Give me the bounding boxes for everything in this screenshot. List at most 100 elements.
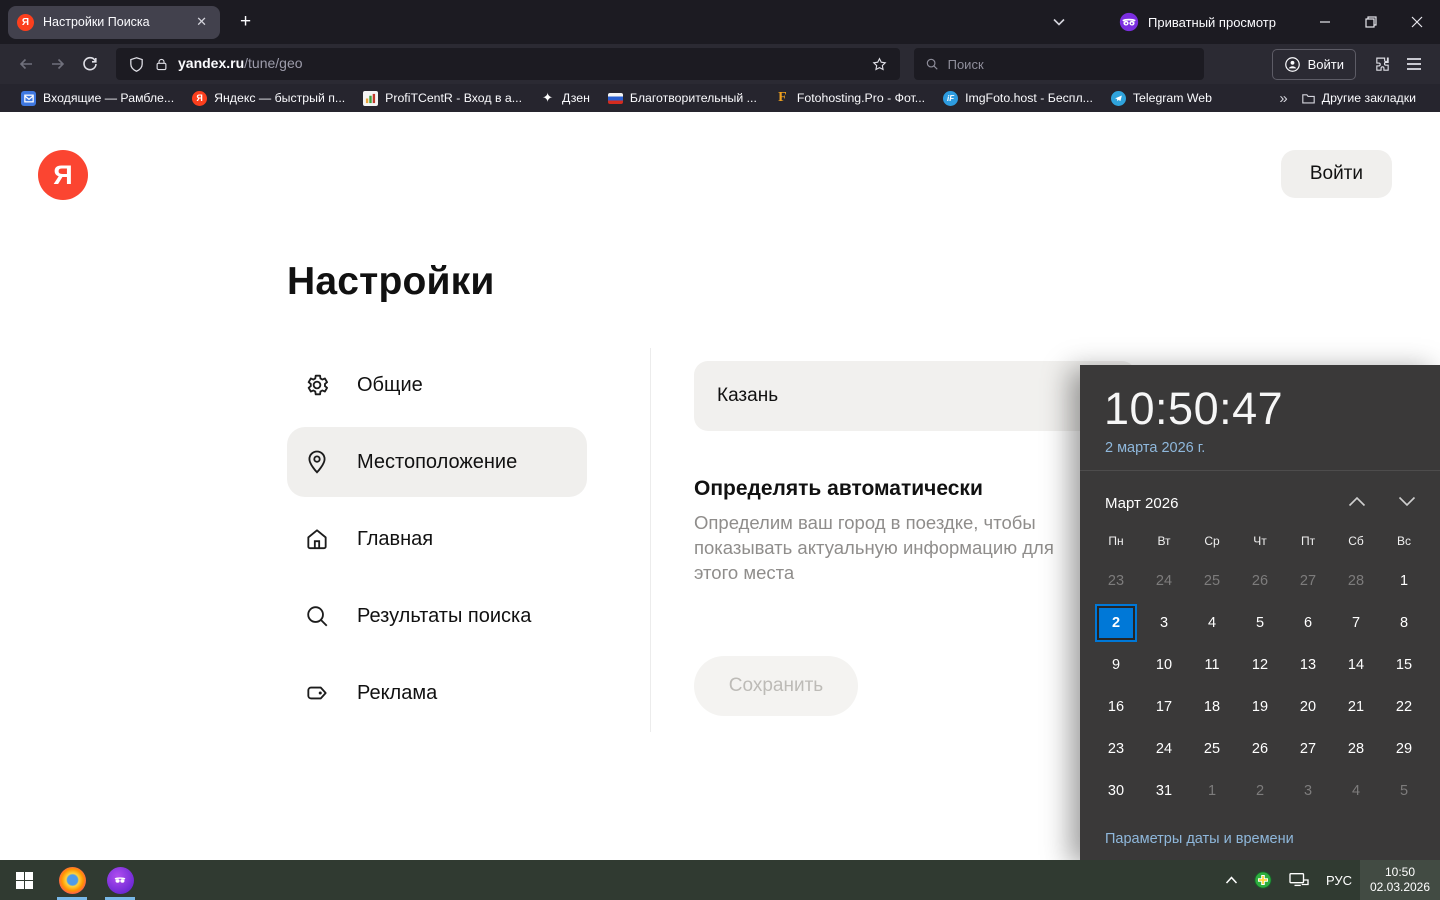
flyout-date-link[interactable]: 2 марта 2026 г. (1105, 440, 1205, 456)
calendar-day[interactable]: 26 (1236, 560, 1284, 602)
tray-language-indicator[interactable]: РУС (1318, 860, 1360, 900)
window-close-button[interactable] (1394, 0, 1440, 44)
tray-hidden-icons-chevron[interactable] (1217, 860, 1246, 900)
start-button[interactable] (0, 860, 48, 900)
url-bar[interactable]: yandex.ru/tune/geo (116, 48, 900, 80)
calendar-day[interactable]: 1 (1188, 770, 1236, 812)
calendar-day[interactable]: 14 (1332, 644, 1380, 686)
bookmark-item[interactable]: ✦Дзен (531, 89, 599, 108)
calendar-day[interactable]: 21 (1332, 686, 1380, 728)
page-login-button[interactable]: Войти (1281, 150, 1392, 198)
tracking-shield-icon[interactable] (128, 56, 145, 73)
calendar-day[interactable]: 5 (1236, 602, 1284, 644)
calendar-day[interactable]: 4 (1332, 770, 1380, 812)
calendar-day[interactable]: 25 (1188, 728, 1236, 770)
sidebar-item-location[interactable]: Местоположение (287, 427, 587, 497)
date-time-settings-link[interactable]: Параметры даты и времени (1105, 831, 1294, 847)
calendar-day[interactable]: 28 (1332, 728, 1380, 770)
window-restore-button[interactable] (1348, 0, 1394, 44)
search-input[interactable]: Поиск (914, 48, 1204, 80)
bookmark-label: Fotohosting.Pro - Фот... (797, 91, 925, 105)
calendar-day-selected[interactable]: 2 (1095, 604, 1137, 642)
bookmark-item[interactable]: FFotohosting.Pro - Фот... (766, 89, 934, 108)
calendar-day[interactable]: 12 (1236, 644, 1284, 686)
calendar-day[interactable]: 25 (1188, 560, 1236, 602)
calendar-day[interactable]: 22 (1380, 686, 1428, 728)
calendar-day[interactable]: 27 (1284, 560, 1332, 602)
calendar-day[interactable]: 5 (1380, 770, 1428, 812)
calendar-prev-month-chevron-icon[interactable] (1348, 494, 1366, 512)
sidebar-item-ads[interactable]: Реклама (287, 658, 587, 728)
bookmarks-overflow-chevron[interactable]: » (1265, 90, 1301, 107)
calendar-day[interactable]: 3 (1284, 770, 1332, 812)
extensions-puzzle-icon[interactable] (1366, 49, 1398, 79)
bookmark-item[interactable]: ProfiTCentR - Вход в а... (354, 89, 531, 108)
calendar-day[interactable]: 28 (1332, 560, 1380, 602)
yandex-logo[interactable]: Я (38, 150, 88, 200)
calendar-day[interactable]: 16 (1092, 686, 1140, 728)
sidebar-item-home[interactable]: Главная (287, 504, 587, 574)
search-icon (925, 57, 939, 71)
calendar-day[interactable]: 17 (1140, 686, 1188, 728)
bookmark-star-icon[interactable] (871, 56, 888, 73)
calendar-day[interactable]: 10 (1140, 644, 1188, 686)
calendar-day[interactable]: 23 (1092, 728, 1140, 770)
sidebar-item-general[interactable]: Общие (287, 350, 587, 420)
tray-network-icon[interactable] (1280, 860, 1318, 900)
list-all-tabs-chevron-icon[interactable] (1035, 13, 1083, 31)
calendar-day[interactable]: 13 (1284, 644, 1332, 686)
sidebar-item-search-results[interactable]: Результаты поиска (287, 581, 587, 651)
calendar-day[interactable]: 19 (1236, 686, 1284, 728)
bookmark-item[interactable]: ЯЯндекс — быстрый п... (183, 89, 354, 108)
calendar-day[interactable]: 1 (1380, 560, 1428, 602)
telegram-icon (1111, 91, 1126, 106)
calendar-day[interactable]: 30 (1092, 770, 1140, 812)
bookmark-label: Благотворительный ... (630, 91, 757, 105)
calendar-day[interactable]: 26 (1236, 728, 1284, 770)
new-tab-button[interactable]: + (234, 11, 257, 33)
bookmark-item[interactable]: iFImgFoto.host - Беспл... (934, 89, 1102, 108)
save-button[interactable]: Сохранить (694, 656, 858, 716)
reload-button[interactable] (74, 49, 106, 79)
lock-icon[interactable] (154, 56, 169, 73)
bookmark-item[interactable]: Входящие — Рамбле... (12, 89, 183, 108)
calendar-next-month-chevron-icon[interactable] (1398, 494, 1416, 512)
tray-clock[interactable]: 10:50 02.03.2026 (1360, 860, 1440, 900)
bookmark-item[interactable]: Telegram Web (1102, 89, 1221, 108)
calendar-day[interactable]: 7 (1332, 602, 1380, 644)
tray-antivirus-icon[interactable] (1246, 860, 1280, 900)
calendar-day[interactable]: 29 (1380, 728, 1428, 770)
window-minimize-button[interactable] (1302, 0, 1348, 44)
calendar-day[interactable]: 6 (1284, 602, 1332, 644)
back-button[interactable] (10, 49, 42, 79)
calendar-day[interactable]: 4 (1188, 602, 1236, 644)
forward-button[interactable] (42, 49, 74, 79)
city-input[interactable]: Казань (694, 361, 1136, 431)
calendar-day[interactable]: 27 (1284, 728, 1332, 770)
calendar-day[interactable]: 11 (1188, 644, 1236, 686)
calendar-day[interactable]: 18 (1188, 686, 1236, 728)
windows-logo-icon (16, 872, 33, 889)
yandex-icon: Я (192, 91, 207, 106)
calendar-day[interactable]: 3 (1140, 602, 1188, 644)
menu-hamburger-icon[interactable] (1398, 49, 1430, 79)
calendar-day[interactable]: 31 (1140, 770, 1188, 812)
calendar-day[interactable]: 2 (1236, 770, 1284, 812)
calendar-day[interactable]: 24 (1140, 560, 1188, 602)
tab-close-icon[interactable]: ✕ (192, 12, 211, 32)
taskbar-firefox-button[interactable] (48, 860, 96, 900)
search-placeholder: Поиск (948, 57, 984, 72)
other-bookmarks-button[interactable]: Другие закладки (1302, 91, 1428, 105)
calendar-day[interactable]: 9 (1092, 644, 1140, 686)
mail-icon (21, 91, 36, 106)
browser-tab[interactable]: Я Настройки Поиска ✕ (8, 6, 220, 39)
calendar-day[interactable]: 24 (1140, 728, 1188, 770)
firefox-account-button[interactable]: Войти (1272, 49, 1356, 80)
auto-detect-description: Определим ваш город в поездке, чтобы пок… (694, 510, 1070, 585)
calendar-day[interactable]: 15 (1380, 644, 1428, 686)
calendar-day[interactable]: 8 (1380, 602, 1428, 644)
calendar-day[interactable]: 20 (1284, 686, 1332, 728)
calendar-day[interactable]: 23 (1092, 560, 1140, 602)
bookmark-item[interactable]: Благотворительный ... (599, 89, 766, 107)
taskbar-firefox-private-button[interactable] (96, 860, 144, 900)
